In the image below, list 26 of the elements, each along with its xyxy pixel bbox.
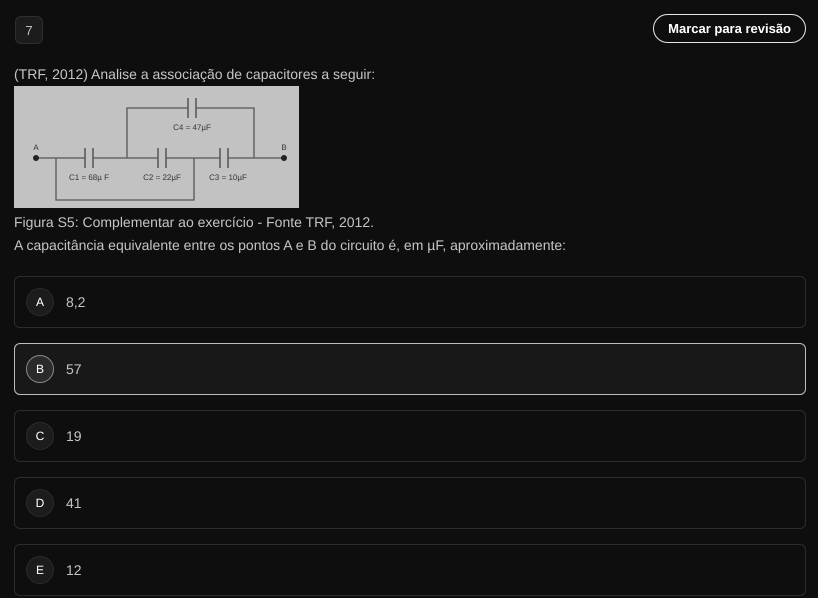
option-letter: B bbox=[26, 355, 54, 383]
capacitor-label: C3 = 10µF bbox=[209, 173, 247, 182]
question-number: 7 bbox=[15, 16, 43, 44]
option-letter: E bbox=[26, 556, 54, 584]
option-text: 41 bbox=[66, 495, 82, 511]
answer-option[interactable]: B 57 bbox=[14, 343, 806, 395]
option-text: 8,2 bbox=[66, 294, 86, 310]
capacitor-label: C1 = 68µ F bbox=[69, 173, 109, 182]
question-statement: (TRF, 2012) Analise a associação de capacitores a seguir: bbox=[14, 65, 376, 83]
capacitor-label: C2 = 22µF bbox=[143, 173, 181, 182]
terminal-label: A bbox=[33, 143, 39, 152]
answer-option[interactable]: A 8,2 bbox=[14, 276, 806, 328]
option-text: 57 bbox=[66, 361, 82, 377]
option-text: 12 bbox=[66, 562, 82, 578]
terminal-label: B bbox=[281, 143, 287, 152]
option-letter: D bbox=[26, 489, 54, 517]
figure-caption: Figura S5: Complementar ao exercício - Fonte TRF, 2012. bbox=[14, 213, 376, 231]
option-letter: C bbox=[26, 422, 54, 450]
review-button[interactable]: Marcar para revisão bbox=[653, 14, 806, 42]
question-prompt: A capacitância equivalente entre os pontos A e B do circuito é, em µF, aproximadamente: bbox=[14, 236, 568, 254]
option-text: 19 bbox=[66, 428, 82, 444]
capacitor-label: C4 = 47µF bbox=[173, 123, 211, 132]
answer-option[interactable]: C 19 bbox=[14, 410, 806, 462]
option-letter: A bbox=[26, 288, 54, 316]
answer-option[interactable]: D 41 bbox=[14, 477, 806, 529]
answer-option[interactable]: E 12 bbox=[14, 544, 806, 596]
